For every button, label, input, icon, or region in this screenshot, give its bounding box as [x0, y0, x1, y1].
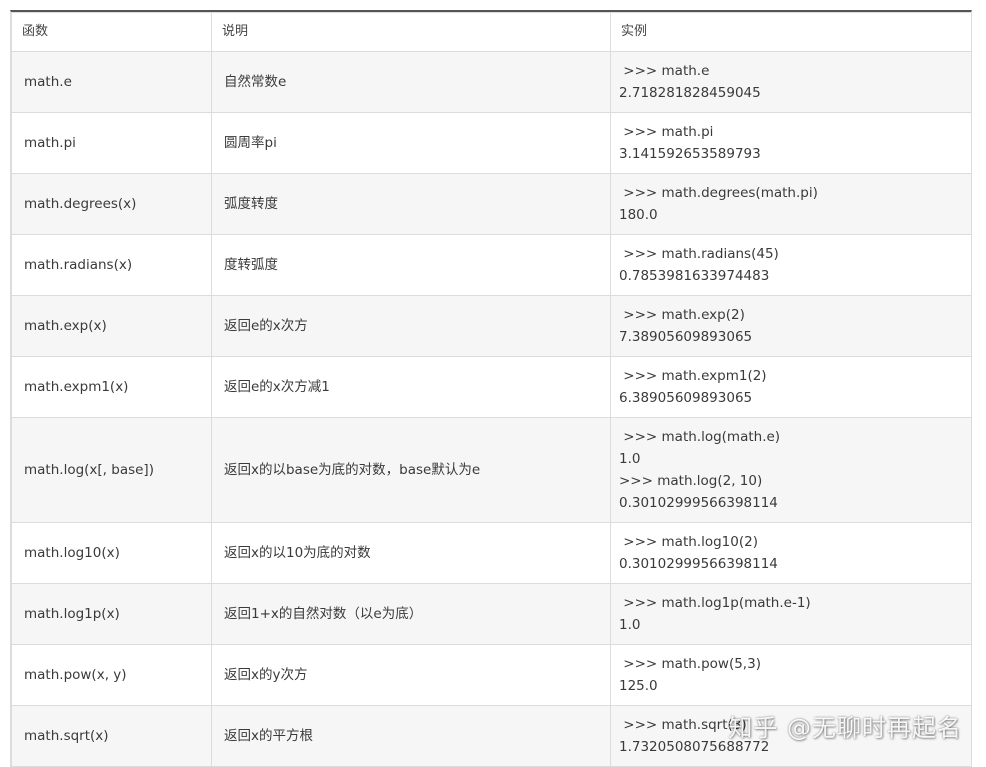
table-row: math.expm1(x) 返回e的x次方减1 >>> math.expm1(2)… [11, 356, 972, 418]
description-cell: 圆周率pi [211, 112, 611, 174]
example-cell: >>> math.e 2.718281828459045 [610, 51, 972, 113]
function-name-cell: math.expm1(x) [11, 356, 212, 418]
function-name-cell: math.e [11, 51, 212, 113]
description-cell: 返回x的以10为底的对数 [211, 522, 611, 584]
example-line: >>> math.pow(5,3) [619, 656, 761, 672]
example-cell: >>> math.log1p(math.e-1) 1.0 [610, 583, 972, 645]
function-name-cell: math.log(x[, base]) [11, 417, 212, 523]
math-functions-table: 函数 说明 实例 math.e 自然常数e >>> math.e 2.7182818… [11, 12, 972, 767]
example-cell: >>> math.radians(45) 0.7853981633974483 [610, 234, 972, 296]
table-row: math.e 自然常数e >>> math.e 2.718281828459045 [11, 51, 972, 113]
table-row: math.log(x[, base]) 返回x的以base为底的对数，base默认… [11, 417, 972, 523]
example-cell: >>> math.log(math.e) 1.0 >>> math.log(2, 1… [610, 417, 972, 523]
function-name-cell: math.log10(x) [11, 522, 212, 584]
description-cell: 返回e的x次方减1 [211, 356, 611, 418]
table-row: math.pi 圆周率pi >>> math.pi 3.14159265358979… [11, 112, 972, 174]
description-cell: 返回1+x的自然对数（以e为底） [211, 583, 611, 645]
example-cell: >>> math.pow(5,3) 125.0 [610, 644, 972, 706]
example-line: >>> math.pi [619, 124, 714, 140]
example-line: 180.0 [619, 207, 658, 223]
example-cell: >>> math.log10(2) 0.30102999566398114 [610, 522, 972, 584]
description-cell: 弧度转度 [211, 173, 611, 235]
header-desc: 说明 [211, 12, 611, 52]
example-line: 1.0 [619, 451, 641, 467]
description-cell: 自然常数e [211, 51, 611, 113]
example-line: 0.30102999566398114 [619, 495, 778, 511]
table-header-row: 函数 说明 实例 [11, 12, 972, 52]
table-row: math.log10(x) 返回x的以10为底的对数 >>> math.log10… [11, 522, 972, 584]
example-line: >>> math.degrees(math.pi) [619, 185, 818, 201]
function-name-cell: math.log1p(x) [11, 583, 212, 645]
example-line: 2.718281828459045 [619, 85, 761, 101]
function-name-cell: math.pow(x, y) [11, 644, 212, 706]
example-line: >>> math.expm1(2) [619, 368, 767, 384]
example-line: 1.0 [619, 617, 641, 633]
table-row: math.pow(x, y) 返回x的y次方 >>> math.pow(5,3) 1… [11, 644, 972, 706]
table-body: math.e 自然常数e >>> math.e 2.718281828459045 m… [11, 51, 972, 767]
example-line: 0.7853981633974483 [619, 268, 770, 284]
table-row: math.degrees(x) 弧度转度 >>> math.degrees(mat… [11, 173, 972, 235]
example-cell: >>> math.exp(2) 7.38905609893065 [610, 295, 972, 357]
table-row: math.radians(x) 度转弧度 >>> math.radians(45)… [11, 234, 972, 296]
description-cell: 返回x的y次方 [211, 644, 611, 706]
description-cell: 返回x的以base为底的对数，base默认为e [211, 417, 611, 523]
header-example: 实例 [610, 12, 972, 52]
function-name-cell: math.degrees(x) [11, 173, 212, 235]
example-cell: >>> math.expm1(2) 6.38905609893065 [610, 356, 972, 418]
example-line: >>> math.log(math.e) [619, 429, 781, 445]
example-line: 6.38905609893065 [619, 390, 753, 406]
example-line: >>> math.radians(45) [619, 246, 779, 262]
example-line: >>> math.log1p(math.e-1) [619, 595, 811, 611]
function-name-cell: math.sqrt(x) [11, 705, 212, 767]
table-row: math.exp(x) 返回e的x次方 >>> math.exp(2) 7.3890… [11, 295, 972, 357]
example-line: >>> math.log10(2) [619, 534, 758, 550]
example-line: >>> math.exp(2) [619, 307, 745, 323]
example-line: 0.30102999566398114 [619, 556, 778, 572]
function-name-cell: math.pi [11, 112, 212, 174]
watermark: 知乎 @无聊时再起名 [728, 714, 962, 742]
function-name-cell: math.radians(x) [11, 234, 212, 296]
example-line: >>> math.log(2, 10) [619, 473, 763, 489]
example-cell: >>> math.pi 3.141592653589793 [610, 112, 972, 174]
example-line: 3.141592653589793 [619, 146, 761, 162]
example-line: >>> math.e [619, 63, 710, 79]
function-name-cell: math.exp(x) [11, 295, 212, 357]
math-functions-table-wrapper: 函数 说明 实例 math.e 自然常数e >>> math.e 2.7182818… [10, 10, 972, 767]
example-line: 125.0 [619, 678, 658, 694]
example-line: 7.38905609893065 [619, 329, 753, 345]
description-cell: 返回e的x次方 [211, 295, 611, 357]
description-cell: 度转弧度 [211, 234, 611, 296]
description-cell: 返回x的平方根 [211, 705, 611, 767]
example-cell: >>> math.degrees(math.pi) 180.0 [610, 173, 972, 235]
table-row: math.log1p(x) 返回1+x的自然对数（以e为底） >>> math.l… [11, 583, 972, 645]
header-func: 函数 [11, 12, 212, 52]
